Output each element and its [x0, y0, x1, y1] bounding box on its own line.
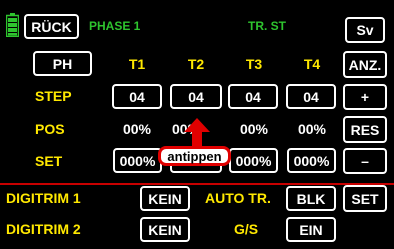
- pos-t1-value: 00%: [122, 121, 152, 137]
- digitrim-2-select[interactable]: KEIN: [140, 217, 190, 242]
- reset-button[interactable]: RES: [343, 116, 387, 143]
- autotrim-label: AUTO TR.: [205, 190, 271, 206]
- pos-label: POS: [35, 121, 65, 137]
- save-button[interactable]: Sv: [345, 17, 385, 43]
- trim-settings-screen: RÜCK PHASE 1 TR. ST Sv PH T1 T2 T3 T4 AN…: [0, 0, 394, 249]
- digitrim-2-label: DIGITRIM 2: [6, 221, 81, 237]
- pos-t3-value: 00%: [239, 121, 269, 137]
- set-t3-field[interactable]: 000%: [229, 148, 278, 173]
- autotrim-select[interactable]: BLK: [286, 186, 336, 211]
- section-divider: [0, 183, 394, 185]
- up-arrow-icon: [183, 116, 211, 148]
- tap-hint-tooltip: antippen: [158, 146, 231, 166]
- set-t1-field[interactable]: 000%: [113, 148, 162, 173]
- back-button[interactable]: RÜCK: [24, 14, 79, 39]
- step-t2-field[interactable]: 04: [170, 84, 222, 109]
- gs-toggle[interactable]: EIN: [286, 217, 336, 242]
- set-t4-field[interactable]: 000%: [287, 148, 336, 173]
- battery-icon: [5, 13, 20, 38]
- column-header-t4: T4: [303, 56, 321, 72]
- display-button[interactable]: ANZ.: [343, 51, 387, 78]
- column-header-t3: T3: [245, 56, 263, 72]
- column-header-t2: T2: [187, 56, 205, 72]
- ph-button[interactable]: PH: [33, 51, 92, 76]
- set-button[interactable]: SET: [343, 185, 387, 212]
- increment-button[interactable]: +: [343, 84, 387, 110]
- trim-mode-label: TR. ST: [248, 19, 286, 33]
- set-label: SET: [35, 153, 63, 169]
- decrement-button[interactable]: –: [343, 148, 387, 174]
- pos-t4-value: 00%: [297, 121, 327, 137]
- step-t3-field[interactable]: 04: [228, 84, 278, 109]
- digitrim-1-label: DIGITRIM 1: [6, 190, 81, 206]
- digitrim-1-select[interactable]: KEIN: [140, 186, 190, 211]
- step-t1-field[interactable]: 04: [112, 84, 162, 109]
- gs-label: G/S: [234, 221, 259, 237]
- step-t4-field[interactable]: 04: [286, 84, 336, 109]
- column-header-t1: T1: [128, 56, 146, 72]
- step-label: STEP: [35, 88, 72, 104]
- phase-label: PHASE 1: [89, 19, 141, 33]
